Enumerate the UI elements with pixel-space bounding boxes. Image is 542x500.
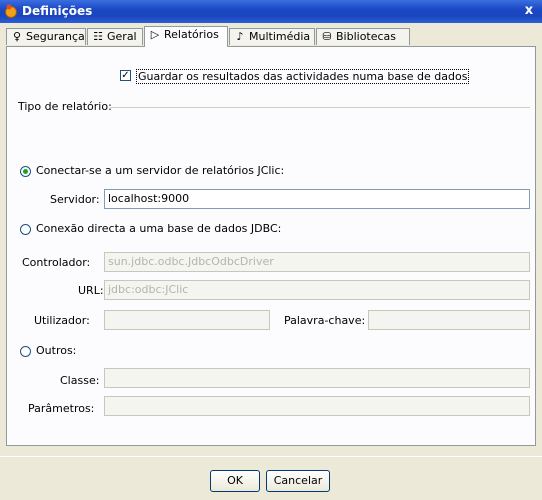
class-input[interactable] bbox=[104, 368, 530, 388]
jdbc-radio-label[interactable]: Conexão directa a uma base de dados JDBC… bbox=[36, 222, 281, 235]
tab-seguranca[interactable]: ♀ Segurança bbox=[6, 28, 86, 45]
server-radio-label[interactable]: Conectar-se a um servidor de relatórios … bbox=[36, 164, 284, 177]
tab-label: Bibliotecas bbox=[336, 30, 397, 43]
tab-geral[interactable]: ☷ Geral bbox=[87, 28, 143, 45]
window-title: Definições bbox=[22, 4, 93, 18]
list-icon: ☷ bbox=[93, 30, 103, 43]
close-button[interactable]: x bbox=[520, 3, 538, 20]
server-radio[interactable] bbox=[20, 166, 31, 177]
report-type-divider bbox=[110, 107, 530, 108]
other-radio[interactable] bbox=[20, 346, 31, 357]
other-radio-label[interactable]: Outros: bbox=[36, 344, 76, 357]
url-label: URL: bbox=[78, 284, 104, 297]
jdbc-radio[interactable] bbox=[20, 224, 31, 235]
save-results-checkbox[interactable]: ✓ bbox=[120, 70, 131, 81]
tab-bibliotecas[interactable]: ⛁ Bibliotecas bbox=[316, 28, 410, 45]
button-bar-separator bbox=[0, 456, 542, 457]
database-icon: ⛁ bbox=[322, 30, 332, 43]
cancel-button[interactable]: Cancelar bbox=[266, 470, 330, 492]
title-bar[interactable]: Definições x bbox=[0, 0, 542, 23]
save-results-label[interactable]: Guardar os resultados das actividades nu… bbox=[136, 69, 470, 84]
tab-label: Relatórios bbox=[164, 28, 219, 41]
settings-dialog: Definições x ♀ Segurança ☷ Geral ▷ Relatóri… bbox=[0, 0, 542, 500]
driver-label: Controlador: bbox=[22, 256, 91, 269]
report-icon: ▷ bbox=[150, 28, 160, 41]
tab-label: Multimédia bbox=[249, 30, 311, 43]
report-type-title: Tipo de relatório: bbox=[18, 100, 112, 113]
url-input[interactable]: jdbc:odbc:JClic bbox=[104, 280, 530, 300]
tab-label: Geral bbox=[107, 30, 137, 43]
tab-label: Segurança bbox=[26, 30, 85, 43]
speaker-icon: ♪ bbox=[236, 30, 244, 43]
password-input[interactable] bbox=[368, 310, 530, 330]
tab-multimedia[interactable]: ♪ Multimédia bbox=[229, 28, 315, 45]
ok-button[interactable]: OK bbox=[210, 470, 260, 492]
tab-relatorios[interactable]: ▷ Relatórios bbox=[144, 26, 228, 47]
params-input[interactable] bbox=[104, 396, 530, 416]
server-label: Servidor: bbox=[50, 193, 100, 206]
password-label: Palavra-chave: bbox=[284, 314, 366, 327]
lightbulb-icon: ♀ bbox=[12, 30, 22, 43]
user-input[interactable] bbox=[104, 310, 270, 330]
server-input[interactable]: localhost:9000 bbox=[104, 189, 530, 209]
user-label: Utilizador: bbox=[34, 314, 90, 327]
driver-input[interactable]: sun.jdbc.odbc.JdbcOdbcDriver bbox=[104, 252, 530, 272]
app-icon bbox=[5, 4, 17, 18]
class-label: Classe: bbox=[60, 374, 100, 387]
params-label: Parâmetros: bbox=[28, 402, 95, 415]
